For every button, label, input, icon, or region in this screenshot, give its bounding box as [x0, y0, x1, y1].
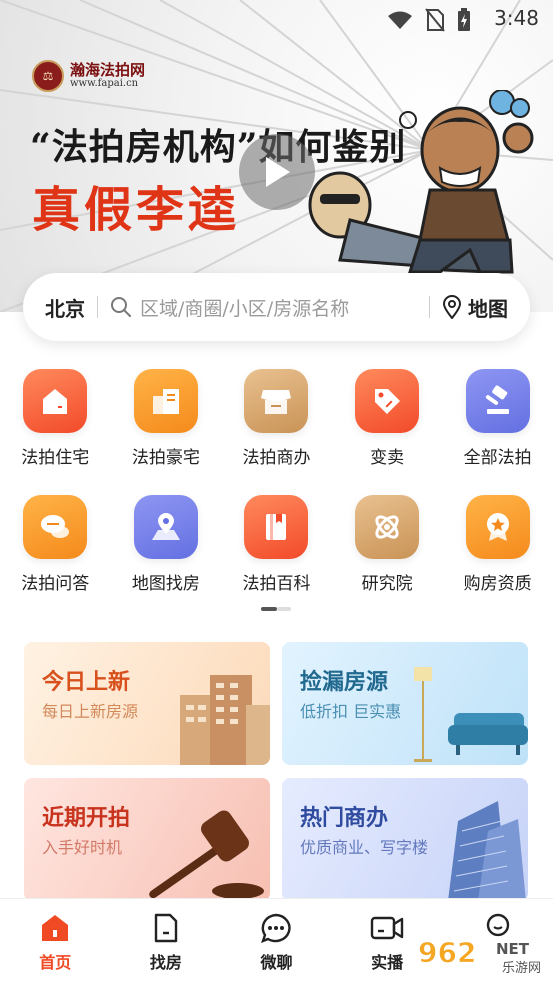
- watermark-suffix: NET: [496, 940, 530, 958]
- feature-row-1: 法拍住宅 法拍豪宅 法拍商办 变卖 全部法拍: [0, 369, 553, 495]
- cartoon-fight-illustration: [308, 90, 534, 274]
- card-bargain[interactable]: 捡漏房源 低折扣 巨实惠: [282, 642, 528, 765]
- battery-charging-icon: [458, 8, 470, 31]
- feature-map-search[interactable]: 地图找房: [111, 495, 222, 621]
- feature-eligibility[interactable]: 购房资质: [442, 495, 553, 621]
- feature-label: 研究院: [361, 574, 413, 594]
- feature-commercial[interactable]: 法拍商办: [221, 369, 332, 495]
- play-video-button[interactable]: [239, 134, 315, 210]
- tab-chat[interactable]: 微聊: [221, 899, 332, 983]
- map-pin-icon: [442, 295, 462, 319]
- site-watermark: 962 NET 乐游网: [414, 936, 549, 976]
- store-icon: [244, 369, 309, 433]
- search-placeholder: 区域/商圈/小区/房源名称: [140, 297, 350, 320]
- banner-subline: 真假李逵: [32, 182, 241, 238]
- card-subtitle: 优质商业、写字楼: [300, 838, 429, 857]
- feature-label: 法拍百科: [242, 574, 311, 594]
- card-title: 捡漏房源: [300, 670, 389, 695]
- gavel-icon: [465, 369, 530, 433]
- card-subtitle: 低折扣 巨实惠: [300, 702, 402, 721]
- office-tower-illustration: [448, 801, 526, 901]
- card-title: 热门商办: [300, 806, 389, 831]
- logo-name: 瀚海法拍网: [70, 60, 146, 79]
- find-house-icon: [154, 913, 178, 943]
- wifi-icon: [388, 11, 412, 29]
- card-upcoming[interactable]: 近期开拍 入手好时机: [24, 778, 270, 901]
- feature-all-auctions[interactable]: 全部法拍: [442, 369, 553, 495]
- grid-page-indicator: [261, 607, 291, 611]
- feature-label: 法拍住宅: [21, 448, 90, 468]
- tab-find-house[interactable]: 找房: [111, 899, 222, 983]
- tab-label: 微聊: [260, 953, 293, 972]
- watermark-number: 962: [418, 936, 476, 969]
- chat-icon: [23, 495, 88, 559]
- gavel-illustration: [149, 810, 264, 899]
- search-icon: [111, 297, 131, 317]
- feature-label: 变卖: [370, 448, 405, 468]
- search-input[interactable]: 区域/商圈/小区/房源名称: [110, 294, 417, 321]
- search-divider: [97, 296, 98, 318]
- seal-icon: ⚖: [32, 60, 64, 92]
- tab-label: 找房: [149, 953, 182, 972]
- feature-encyclopedia[interactable]: 法拍百科: [221, 495, 332, 621]
- status-icons: [387, 8, 471, 32]
- brand-logo: ⚖ 瀚海法拍网 www.fapai.cn: [32, 60, 145, 92]
- chat-bubble-icon: [261, 913, 292, 943]
- sofa-lamp-illustration: [414, 667, 528, 762]
- card-title: 近期开拍: [42, 806, 131, 831]
- feature-label: 地图找房: [131, 574, 200, 594]
- feature-label: 购房资质: [463, 574, 532, 594]
- status-bar: 3:48: [0, 0, 553, 38]
- feature-research[interactable]: 研究院: [332, 495, 443, 621]
- search-divider-right: [429, 296, 430, 318]
- tab-label: 首页: [39, 953, 72, 972]
- home-icon: [42, 915, 69, 941]
- card-new-today[interactable]: 今日上新 每日上新房源: [24, 642, 270, 765]
- map-pin-icon: [133, 495, 198, 559]
- feature-label: 全部法拍: [463, 448, 532, 468]
- page-dot: [277, 607, 291, 611]
- watermark-caption: 乐游网: [502, 961, 541, 976]
- promo-banner[interactable]: 3:48 ⚖ 瀚海法拍网 www.fapai.cn “法拍房机构”如何鉴别 真假…: [0, 0, 553, 312]
- tab-label: 实播: [371, 953, 404, 972]
- card-subtitle: 每日上新房源: [42, 702, 139, 721]
- page-dot-active: [261, 607, 277, 611]
- apartment-buildings-illustration: [180, 675, 270, 765]
- status-time: 3:48: [494, 6, 539, 30]
- house-icon: [23, 369, 88, 433]
- card-hot-commercial[interactable]: 热门商办 优质商业、写字楼: [282, 778, 528, 901]
- card-title: 今日上新: [42, 670, 131, 695]
- feature-label: 法拍问答: [21, 574, 90, 594]
- tag-icon: [355, 369, 420, 433]
- feature-row-2: 法拍问答 地图找房 法拍百科 研究院 购房资质: [0, 495, 553, 621]
- feature-label: 法拍商办: [242, 448, 311, 468]
- feature-residential[interactable]: 法拍住宅: [0, 369, 111, 495]
- feature-label: 法拍豪宅: [131, 448, 200, 468]
- logo-url: www.fapai.cn: [70, 77, 139, 89]
- no-sim-icon: [425, 8, 445, 32]
- villa-icon: [133, 369, 198, 433]
- atom-icon: [355, 495, 420, 559]
- feature-qa[interactable]: 法拍问答: [0, 495, 111, 621]
- play-icon: [266, 157, 290, 187]
- feature-grid: 法拍住宅 法拍豪宅 法拍商办 变卖 全部法拍 法拍问答 地图找房 法拍百科 研究…: [0, 369, 553, 621]
- map-label: 地图: [468, 296, 508, 321]
- search-bar: 北京 区域/商圈/小区/房源名称 地图: [23, 273, 530, 341]
- feature-sale[interactable]: 变卖: [332, 369, 443, 495]
- feature-villa[interactable]: 法拍豪宅: [111, 369, 222, 495]
- book-icon: [244, 495, 309, 559]
- tab-home[interactable]: 首页: [0, 899, 111, 983]
- city-selector[interactable]: 北京: [45, 293, 85, 322]
- video-camera-icon: [370, 916, 404, 940]
- badge-icon: [465, 495, 530, 559]
- map-button[interactable]: 地图: [442, 293, 508, 322]
- card-subtitle: 入手好时机: [42, 838, 123, 857]
